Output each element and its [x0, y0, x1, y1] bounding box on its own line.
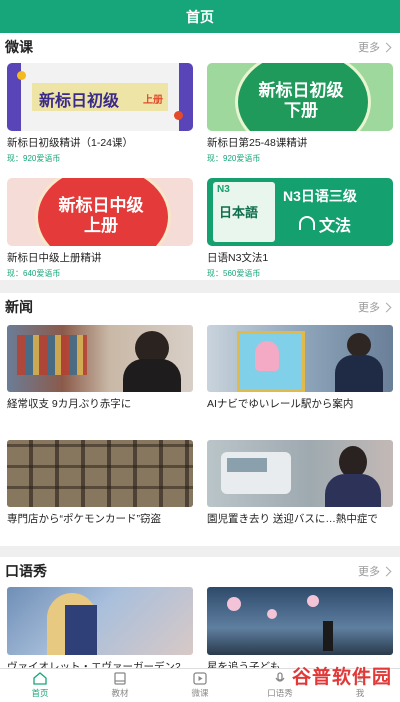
course-price: 现：920爱语币	[7, 154, 61, 163]
kouyu-thumbnail	[207, 587, 393, 655]
news-item-title: AIナビでゆいレール駅から案内	[207, 398, 354, 410]
news-card[interactable]: 経常収支 9カ月ぶり赤字に	[7, 325, 193, 411]
course-thumbnail: N3 日本語 N3日语三级 文法	[207, 178, 393, 246]
book-icon	[114, 672, 126, 685]
more-label: 更多	[358, 302, 380, 314]
news-item-title: 専門店から“ポケモンカード”窃盗	[7, 513, 161, 525]
news-thumbnail	[7, 325, 193, 392]
tab-label: 教材	[111, 688, 129, 698]
news-section: 新闻 更多 経常収支 9カ月ぶり赤字に AIナビでゆいレール駅から案内 専門店か…	[0, 293, 400, 546]
top-navbar: 首页	[0, 0, 400, 33]
more-label: 更多	[358, 566, 380, 578]
kouyu-card[interactable]: ヴァイオレット・エヴァーガーデン2	[7, 587, 193, 674]
course-title: 新标日第25-48课精讲	[207, 137, 308, 149]
tab-label: 微课	[191, 688, 209, 698]
weike-more-link[interactable]: 更多	[358, 39, 392, 55]
chevron-right-icon	[381, 566, 392, 576]
course-banner-text: 新标日中级上册	[58, 196, 144, 235]
news-card[interactable]: 専門店から“ポケモンカード”窃盗	[7, 440, 193, 526]
course-card[interactable]: 新标日中级上册 新标日中级上册精讲 现：640爱语币	[7, 178, 193, 279]
news-card[interactable]: AIナビでゆいレール駅から案内	[207, 325, 393, 411]
course-thumbnail: 新标日初级 上册	[7, 63, 193, 131]
page-title: 首页	[186, 8, 214, 25]
weike-title: 微课	[5, 39, 33, 55]
tab-label: 口语秀	[267, 688, 293, 698]
course-price: 现：560爱语币	[207, 269, 261, 278]
course-price: 现：920爱语币	[207, 154, 261, 163]
kouyu-more-link[interactable]: 更多	[358, 563, 392, 579]
news-item-title: 経常収支 9カ月ぶり赤字に	[7, 398, 132, 410]
kouyu-thumbnail	[7, 587, 193, 655]
site-watermark: 谷普软件园	[291, 667, 392, 688]
tab-label: 首页	[31, 688, 49, 698]
more-label: 更多	[358, 42, 380, 54]
kouyu-section: 口语秀 更多 ヴァイオレット・エヴァーガーデン2 星を追う子ども	[0, 557, 400, 673]
weike-section: 微课 更多 新标日初级 上册 新标日初级精讲（1-24课） 现：920爱语币 新…	[0, 33, 400, 280]
course-banner-book: 日本語	[219, 205, 259, 220]
news-thumbnail	[7, 440, 193, 507]
course-banner-n3: N3	[217, 184, 230, 195]
kouyu-card[interactable]: 星を追う子ども	[207, 587, 393, 674]
course-title: 新标日中级上册精讲	[7, 252, 102, 264]
tab-home[interactable]: 首页	[0, 669, 80, 702]
chevron-right-icon	[381, 42, 392, 52]
course-thumbnail: 新标日中级上册	[7, 178, 193, 246]
course-banner-sub: 上册	[143, 95, 163, 106]
course-title: 日语N3文法1	[207, 252, 269, 264]
headphone-icon	[299, 216, 315, 230]
course-title: 新标日初级精讲（1-24课）	[7, 137, 134, 149]
news-title: 新闻	[5, 299, 33, 315]
chevron-right-icon	[381, 302, 392, 312]
news-item-title: 園児置き去り 送迎バスに…熱中症で	[207, 513, 378, 525]
course-banner-text: 新标日初级下册	[258, 81, 344, 120]
news-card[interactable]: 園児置き去り 送迎バスに…熱中症で	[207, 440, 393, 526]
news-thumbnail	[207, 440, 393, 507]
kouyu-title: 口语秀	[5, 563, 47, 579]
course-card[interactable]: 新标日初级 上册 新标日初级精讲（1-24课） 现：920爱语币	[7, 63, 193, 164]
news-header: 新闻 更多	[0, 293, 400, 321]
home-icon	[33, 672, 47, 685]
play-icon	[193, 672, 207, 685]
mic-icon	[275, 672, 285, 682]
course-price: 现：640爱语币	[7, 269, 61, 278]
kouyu-header: 口语秀 更多	[0, 557, 400, 585]
course-banner-text: N3日语三级	[283, 188, 357, 204]
course-banner-text: 新标日初级	[39, 93, 120, 110]
tab-textbook[interactable]: 教材	[80, 669, 160, 702]
course-card[interactable]: 新标日初级下册 新标日第25-48课精讲 现：920爱语币	[207, 63, 393, 164]
tab-weike[interactable]: 微课	[160, 669, 240, 702]
news-thumbnail	[207, 325, 393, 392]
course-thumbnail: 新标日初级下册	[207, 63, 393, 131]
course-banner-sub: 文法	[319, 218, 352, 235]
course-card[interactable]: N3 日本語 N3日语三级 文法 日语N3文法1 现：560爱语币	[207, 178, 393, 279]
weike-header: 微课 更多	[0, 33, 400, 61]
news-more-link[interactable]: 更多	[358, 299, 392, 315]
